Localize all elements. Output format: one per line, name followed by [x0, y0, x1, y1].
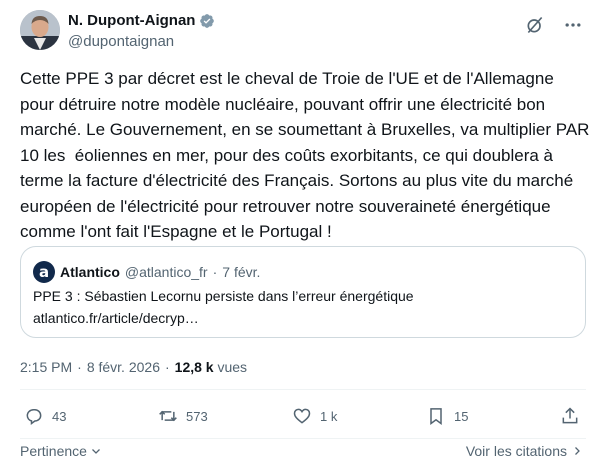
action-bar: 43 573 1 k 15: [20, 406, 586, 432]
view-quotes-link[interactable]: Voir les citations: [466, 443, 583, 459]
sort-label: Pertinence: [20, 443, 87, 459]
meta-separator: ·: [164, 359, 170, 375]
tweet-metadata: 2:15 PM · 8 févr. 2026 · 12,8 k vues: [20, 359, 247, 375]
views-label: vues: [217, 359, 248, 375]
repost-icon: [159, 410, 177, 422]
meta-separator: ·: [77, 359, 82, 375]
reply-button[interactable]: 43: [24, 406, 66, 426]
post-date[interactable]: 8 févr. 2026: [87, 359, 160, 375]
reply-count: 43: [52, 408, 67, 424]
tweet-text: Cette PPE 3 par décret est le cheval de …: [20, 69, 595, 241]
quoted-tweet-card[interactable]: a Atlantico @atlantico_fr · 7 févr. PPE …: [20, 246, 586, 338]
heart-icon: [293, 408, 311, 424]
chevron-down-icon: [91, 449, 100, 454]
verified-badge-icon[interactable]: [199, 13, 215, 29]
author-avatar[interactable]: [20, 10, 60, 50]
sort-dropdown[interactable]: Pertinence: [20, 443, 102, 459]
repost-count: 573: [186, 408, 208, 424]
quoted-separator: ·: [212, 264, 218, 280]
quoted-author-name[interactable]: Atlantico: [60, 264, 120, 280]
bookmark-count: 15: [454, 408, 469, 424]
post-time[interactable]: 2:15 PM: [20, 359, 72, 375]
bookmark-button[interactable]: 15: [426, 406, 468, 426]
view-quotes-label: Voir les citations: [465, 443, 567, 459]
bookmark-icon: [430, 408, 442, 425]
quoted-author-avatar[interactable]: a: [33, 261, 55, 283]
quoted-headline: PPE 3 : Sébastien Lecornu persiste dans …: [33, 288, 414, 304]
divider: [20, 389, 586, 390]
quoted-date: 7 févr.: [222, 264, 261, 280]
more-options-icon[interactable]: [562, 14, 584, 36]
share-icon: [562, 407, 578, 424]
divider: [20, 438, 586, 439]
reply-icon: [26, 409, 42, 425]
tweet-header: N. Dupont-Aignan @dupontaignan: [20, 8, 590, 54]
like-count: 1 k: [320, 408, 338, 424]
views-count: 12,8 k: [174, 359, 214, 375]
chevron-right-icon: [575, 447, 580, 455]
share-button[interactable]: [560, 406, 580, 426]
quoted-link[interactable]: atlantico.fr/article/decryp…: [33, 310, 199, 326]
grok-icon[interactable]: [524, 14, 546, 36]
author-name[interactable]: N. Dupont-Aignan: [68, 12, 195, 29]
author-handle[interactable]: @dupontaignan: [68, 33, 174, 50]
like-button[interactable]: 1 k: [292, 406, 337, 426]
repost-button[interactable]: 573: [158, 406, 208, 426]
quoted-author-handle: @atlantico_fr: [124, 264, 208, 280]
